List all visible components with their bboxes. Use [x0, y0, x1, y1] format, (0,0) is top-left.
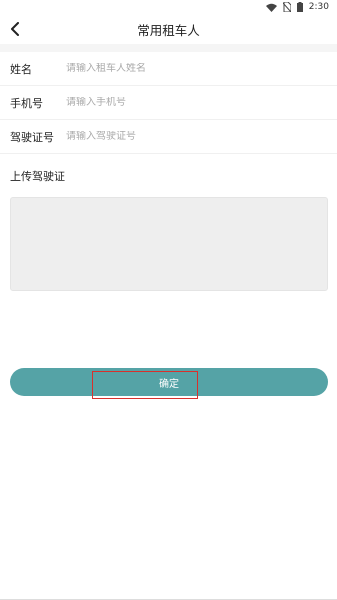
status-time: 2:30: [308, 2, 329, 12]
app-bar: 常用租车人: [0, 14, 337, 44]
wifi-icon: [265, 3, 277, 12]
name-input[interactable]: [66, 63, 337, 74]
phone-input[interactable]: [66, 97, 337, 108]
phone-row: 手机号: [0, 86, 337, 120]
license-row: 驾驶证号: [0, 120, 337, 154]
name-label: 姓名: [10, 62, 32, 76]
page-title: 常用租车人: [137, 22, 200, 38]
chevron-left-icon[interactable]: [6, 20, 24, 38]
license-upload-area[interactable]: [10, 197, 328, 291]
phone-label: 手机号: [10, 96, 43, 110]
confirm-button[interactable]: 确定: [10, 368, 328, 396]
confirm-label: 确定: [159, 378, 179, 390]
status-bar: 2:30: [0, 0, 337, 14]
section-divider: [0, 44, 337, 52]
battery-icon: [296, 2, 303, 12]
no-sim-icon: [282, 2, 291, 12]
upload-title: 上传驾驶证: [10, 170, 65, 183]
name-row: 姓名: [0, 52, 337, 86]
license-label: 驾驶证号: [10, 130, 54, 144]
license-input[interactable]: [66, 131, 337, 142]
